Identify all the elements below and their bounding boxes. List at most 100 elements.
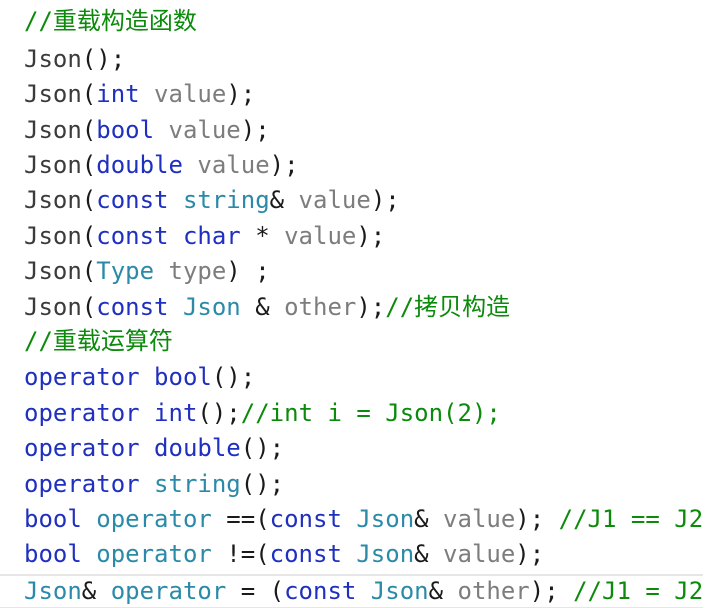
code-token: operator: [24, 434, 140, 462]
code-token: value: [428, 540, 516, 568]
code-editor[interactable]: //重载构造函数 Json(); Json(int value); Json(b…: [0, 0, 727, 608]
code-token: operator: [24, 470, 140, 498]
code-token: ();: [81, 45, 126, 73]
code-line[interactable]: bool operator !=(const Json& value);: [24, 537, 544, 572]
code-token: (: [81, 151, 97, 179]
code-token: value: [428, 505, 516, 533]
code-line[interactable]: Json(bool value);: [24, 113, 270, 148]
code-line[interactable]: operator string();: [24, 467, 284, 502]
code-token: );: [356, 293, 386, 321]
code-token: const: [269, 540, 342, 568]
code-token: Json: [356, 540, 415, 568]
code-token: double: [96, 151, 183, 179]
code-token: &: [269, 186, 285, 214]
code-token: bool: [24, 505, 82, 533]
code-token: value: [154, 116, 241, 144]
code-token: &: [414, 505, 429, 533]
code-token: !=(: [211, 540, 270, 568]
code-token: Json: [24, 293, 82, 321]
code-token: operator: [96, 505, 212, 533]
code-line[interactable]: Json(double value);: [24, 148, 299, 183]
code-token: );: [226, 80, 256, 108]
code-token: Type: [96, 257, 155, 285]
code-line[interactable]: operator double();: [24, 431, 284, 466]
code-token: );: [269, 151, 299, 179]
code-token: //J1 == J2: [558, 505, 704, 533]
code-token: &: [240, 293, 285, 321]
code-token: Json: [24, 577, 82, 605]
code-token: bool: [24, 540, 82, 568]
code-token: );: [515, 540, 545, 568]
code-line[interactable]: Json(const string& value);: [24, 183, 400, 218]
code-token: = (: [226, 577, 285, 605]
code-token: ();: [197, 399, 241, 427]
code-token: (: [81, 80, 97, 108]
code-token: );: [529, 577, 574, 605]
code-token: *: [240, 222, 285, 250]
code-token: (: [81, 257, 97, 285]
code-line[interactable]: bool operator ==(const Json& value); //J…: [24, 502, 703, 537]
code-token: (: [81, 222, 97, 250]
code-token: Json: [24, 222, 82, 250]
code-token: &: [81, 577, 111, 605]
code-token: ();: [211, 363, 256, 391]
code-token: Json: [24, 186, 82, 214]
code-line[interactable]: Json(const char * value);: [24, 219, 385, 254]
code-token: (: [81, 116, 97, 144]
code-token: const: [96, 293, 169, 321]
code-token: (: [81, 186, 97, 214]
code-token: other: [284, 293, 357, 321]
code-token: double: [154, 434, 241, 462]
code-token: int: [154, 399, 198, 427]
code-token: const: [269, 505, 342, 533]
code-token: //重载构造函数: [24, 7, 197, 35]
code-token: );: [240, 116, 270, 144]
code-line[interactable]: Json();: [24, 42, 125, 77]
code-token: Json: [24, 151, 82, 179]
code-token: other: [443, 577, 530, 605]
code-token: Json: [370, 577, 429, 605]
code-line[interactable]: operator int();//int i = Json(2);: [24, 396, 501, 431]
code-token: Json: [24, 257, 82, 285]
code-token: Json: [24, 80, 82, 108]
code-token: value: [139, 80, 227, 108]
code-token: const: [284, 577, 357, 605]
code-token: operator: [110, 577, 227, 605]
code-token: //拷贝构造: [385, 293, 511, 321]
code-token: Json: [24, 45, 82, 73]
code-line[interactable]: Json(const Json & other);//拷贝构造: [24, 290, 510, 325]
code-token: const: [96, 186, 169, 214]
code-token: value: [284, 222, 357, 250]
code-token: string: [154, 470, 241, 498]
code-token: Json: [356, 505, 415, 533]
code-line[interactable]: //重载运算符: [24, 324, 173, 359]
code-line[interactable]: Json(Type type) ;: [24, 254, 270, 289]
current-code-line[interactable]: Json& operator = (const Json& other); //…: [0, 574, 703, 608]
code-line[interactable]: //重载构造函数: [24, 4, 197, 39]
code-token: string: [182, 186, 270, 214]
code-token: bool: [154, 363, 212, 391]
code-token: operator: [24, 399, 140, 427]
code-line[interactable]: operator bool();: [24, 360, 255, 395]
code-token: operator: [24, 363, 140, 391]
code-line[interactable]: Json(int value);: [24, 77, 255, 112]
code-token: operator: [96, 540, 212, 568]
code-token: char: [182, 222, 241, 250]
code-token: const: [96, 222, 169, 250]
code-token: );: [356, 222, 386, 250]
code-token: //int i = Json(2);: [240, 399, 501, 427]
code-token: value: [284, 186, 371, 214]
code-token: value: [182, 151, 270, 179]
